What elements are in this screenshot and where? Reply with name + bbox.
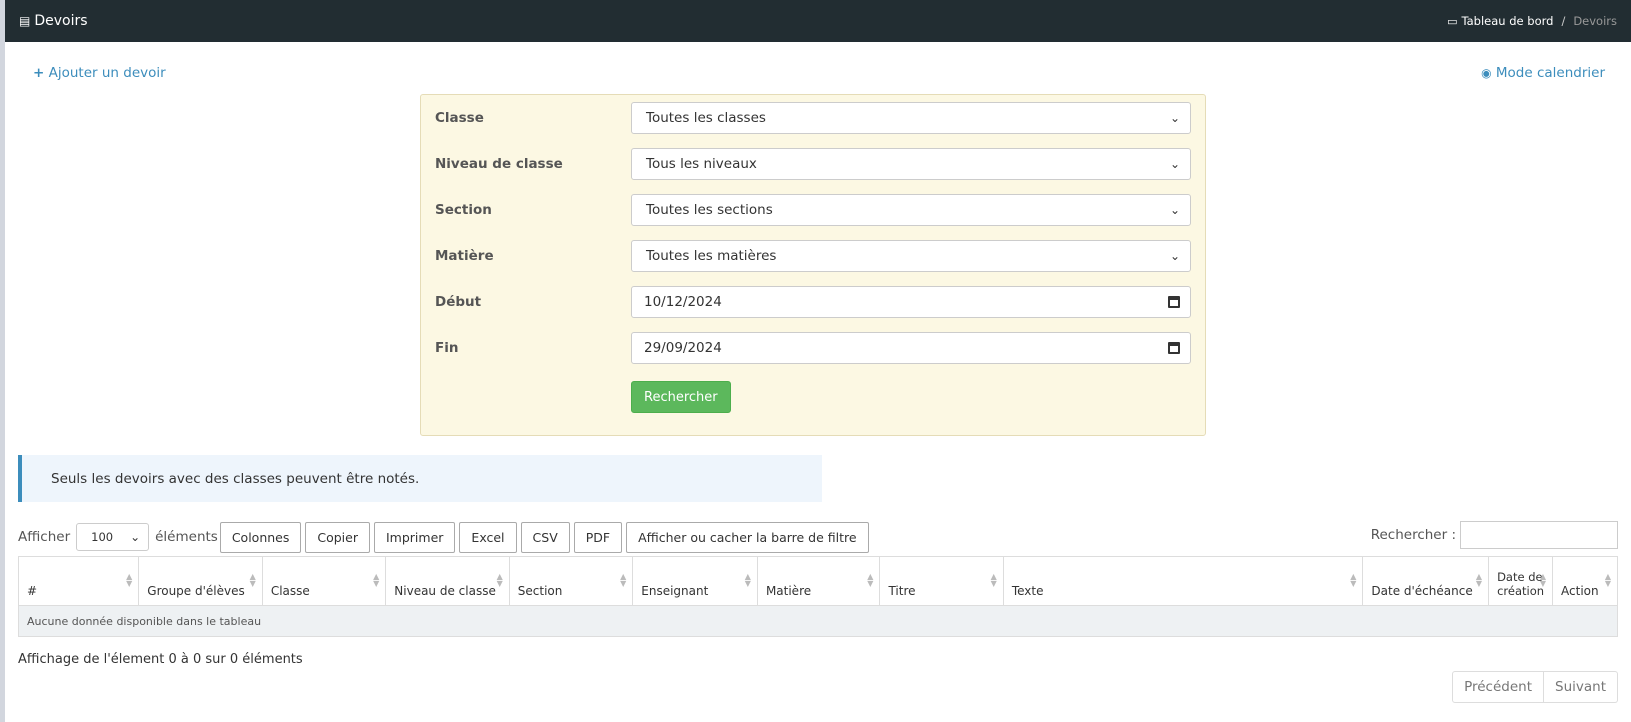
- fin-label: Fin: [435, 340, 459, 356]
- matiere-label: Matière: [435, 248, 494, 264]
- column-header-teacher[interactable]: Enseignant ▲ ▼: [632, 556, 758, 606]
- columns-button[interactable]: Colonnes: [219, 521, 302, 553]
- sort-icon: ▲ ▼: [867, 572, 874, 588]
- breadcrumb-dashboard-link[interactable]: Tableau de bord: [1462, 14, 1554, 28]
- column-header-title[interactable]: Titre ▲ ▼: [879, 556, 1004, 606]
- sort-icon: ▲ ▼: [620, 572, 627, 588]
- section-select-value: Toutes les sections: [646, 202, 773, 218]
- add-homework-label: Ajouter un devoir: [48, 65, 166, 81]
- table-toolbar: Afficher 100 ⌄ éléments Colonnes Copier …: [18, 521, 873, 553]
- column-header-creation-date[interactable]: Date de création ▲ ▼: [1488, 556, 1554, 606]
- table-search: Rechercher :: [1371, 521, 1618, 549]
- debut-date-value: 10/12/2024: [644, 294, 722, 310]
- eye-icon: ◉: [1481, 66, 1492, 80]
- homework-table: # ▲ ▼ Groupe d'élèves ▲ ▼ Classe ▲ ▼ Niveau de…: [17, 556, 1618, 637]
- left-edge-strip: [0, 0, 5, 722]
- table-row: Aucune donnée disponible dans le tableau: [18, 605, 1618, 637]
- calendar-icon[interactable]: [1168, 342, 1180, 354]
- niveau-select-value: Tous les niveaux: [646, 156, 757, 172]
- table-header-row: # ▲ ▼ Groupe d'élèves ▲ ▼ Classe ▲ ▼ Niveau de…: [17, 556, 1618, 606]
- table-info: Affichage de l'élement 0 à 0 sur 0 éléme…: [18, 652, 303, 667]
- sort-icon: ▲ ▼: [249, 572, 256, 588]
- empty-table-message: Aucune donnée disponible dans le tableau: [18, 605, 1618, 637]
- copy-button[interactable]: Copier: [305, 521, 370, 553]
- toggle-filter-bar-button[interactable]: Afficher ou cacher la barre de filtre: [626, 521, 869, 553]
- page-length-select[interactable]: 100 ⌄: [76, 523, 150, 551]
- column-header-subject[interactable]: Matière ▲ ▼: [756, 556, 881, 606]
- fin-date-input[interactable]: 29/09/2024: [631, 332, 1191, 364]
- sort-icon: ▲ ▼: [373, 572, 380, 588]
- chevron-down-icon: ⌄: [130, 530, 141, 544]
- sort-icon: ▲ ▼: [126, 572, 133, 588]
- add-homework-link[interactable]: + Ajouter un devoir: [33, 65, 166, 81]
- filter-row-section: Section Toutes les sections ⌄: [435, 194, 1191, 226]
- filter-panel: Classe Toutes les classes ⌄ Niveau de cl…: [420, 94, 1206, 436]
- classe-label: Classe: [435, 110, 484, 126]
- info-notice: Seuls les devoirs avec des classes peuve…: [18, 455, 822, 502]
- matiere-select-value: Toutes les matières: [646, 248, 777, 264]
- info-notice-text: Seuls les devoirs avec des classes peuve…: [51, 470, 420, 487]
- column-header-text[interactable]: Texte ▲ ▼: [1002, 556, 1364, 606]
- niveau-label: Niveau de classe: [435, 156, 563, 172]
- debut-date-input[interactable]: 10/12/2024: [631, 286, 1191, 318]
- section-select[interactable]: Toutes les sections ⌄: [631, 194, 1191, 226]
- homework-icon: ▤: [19, 14, 31, 28]
- classe-select-value: Toutes les classes: [646, 110, 766, 126]
- fin-date-value: 29/09/2024: [644, 340, 722, 356]
- pagination: Précédent Suivant: [1452, 671, 1618, 703]
- sort-icon: ▲ ▼: [744, 572, 751, 588]
- classe-select[interactable]: Toutes les classes ⌄: [631, 102, 1191, 134]
- calendar-mode-label: Mode calendrier: [1495, 65, 1605, 81]
- laptop-icon: ▭: [1447, 14, 1458, 28]
- table-search-label: Rechercher :: [1370, 527, 1456, 543]
- page-title-text: Devoirs: [34, 13, 88, 29]
- elements-label: éléments: [155, 529, 218, 545]
- next-page-button[interactable]: Suivant: [1544, 671, 1618, 703]
- section-label: Section: [435, 202, 492, 218]
- show-label: Afficher: [18, 529, 71, 545]
- chevron-down-icon: ⌄: [1169, 203, 1180, 217]
- sort-icon: ▲ ▼: [496, 572, 503, 588]
- page-length-value: 100: [91, 530, 114, 544]
- debut-label: Début: [435, 294, 482, 310]
- pdf-button[interactable]: PDF: [573, 521, 623, 553]
- breadcrumb-separator: /: [1561, 14, 1566, 28]
- breadcrumb: ▭ Tableau de bord / Devoirs: [1447, 14, 1617, 28]
- column-header-niveau[interactable]: Niveau de classe ▲ ▼: [385, 556, 510, 606]
- top-header-bar: ▤ Devoirs ▭ Tableau de bord / Devoirs: [5, 0, 1631, 42]
- excel-button[interactable]: Excel: [459, 521, 517, 553]
- column-header-group[interactable]: Groupe d'élèves ▲ ▼: [138, 556, 263, 606]
- column-header-number[interactable]: # ▲ ▼: [17, 556, 140, 606]
- plus-icon: +: [33, 65, 45, 81]
- column-header-classe[interactable]: Classe ▲ ▼: [261, 556, 387, 606]
- filter-row-classe: Classe Toutes les classes ⌄: [435, 102, 1191, 134]
- sort-icon: ▲ ▼: [1475, 572, 1483, 588]
- breadcrumb-current: Devoirs: [1573, 14, 1617, 28]
- chevron-down-icon: ⌄: [1169, 111, 1180, 125]
- print-button[interactable]: Imprimer: [374, 521, 456, 553]
- chevron-down-icon: ⌄: [1169, 157, 1180, 171]
- filter-row-debut: Début 10/12/2024: [435, 286, 1191, 318]
- page-title: ▤ Devoirs: [19, 13, 88, 29]
- niveau-select[interactable]: Tous les niveaux ⌄: [631, 148, 1191, 180]
- calendar-mode-link[interactable]: ◉ Mode calendrier: [1481, 65, 1605, 81]
- matiere-select[interactable]: Toutes les matières ⌄: [631, 240, 1191, 272]
- sort-icon: ▲ ▼: [1539, 572, 1547, 588]
- chevron-down-icon: ⌄: [1169, 249, 1180, 263]
- csv-button[interactable]: CSV: [520, 521, 570, 553]
- filter-row-fin: Fin 29/09/2024: [435, 332, 1191, 364]
- column-header-section[interactable]: Section ▲ ▼: [508, 556, 634, 606]
- sort-icon: ▲ ▼: [1350, 572, 1357, 588]
- previous-page-button[interactable]: Précédent: [1452, 671, 1544, 703]
- filter-row-matiere: Matière Toutes les matières ⌄: [435, 240, 1191, 272]
- column-header-action[interactable]: Action ▲ ▼: [1552, 556, 1618, 606]
- filter-row-niveau: Niveau de classe Tous les niveaux ⌄: [435, 148, 1191, 180]
- sort-icon: ▲ ▼: [990, 572, 997, 588]
- sort-icon: ▲ ▼: [1604, 572, 1611, 588]
- column-header-due-date[interactable]: Date d'échéance ▲ ▼: [1362, 556, 1490, 606]
- table-search-input[interactable]: [1460, 521, 1618, 549]
- calendar-icon[interactable]: [1168, 296, 1180, 308]
- search-button[interactable]: Rechercher: [631, 381, 731, 413]
